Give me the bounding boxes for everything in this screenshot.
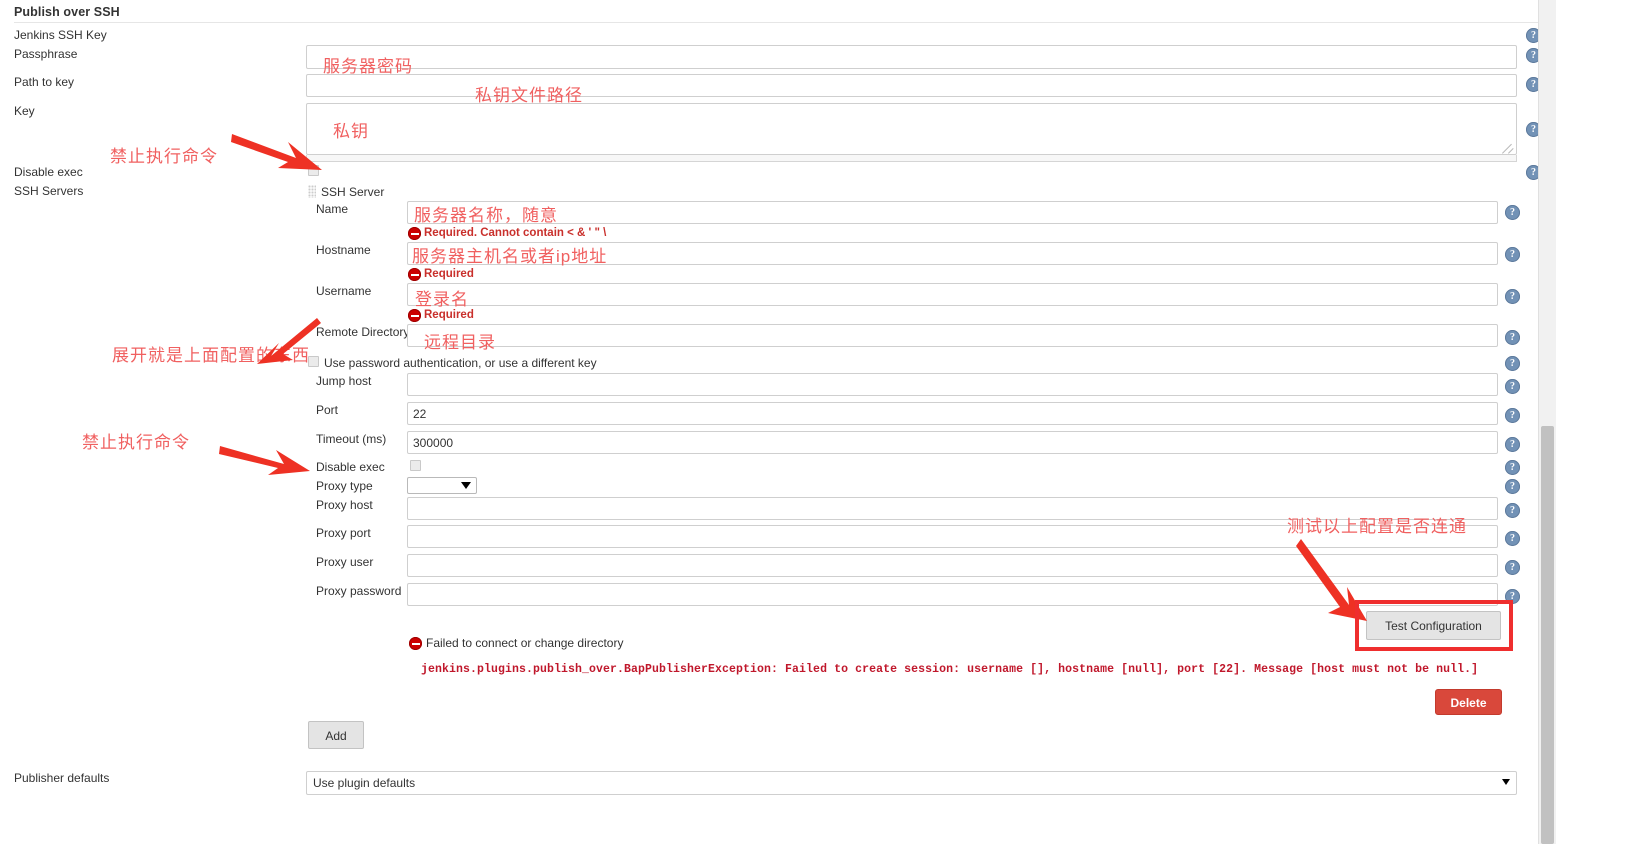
label-proxy-port: Proxy port xyxy=(316,526,371,540)
error-hostname: Required xyxy=(424,268,474,280)
label-hostname: Hostname xyxy=(316,243,371,257)
error-icon-hostname xyxy=(408,268,421,281)
label-port: Port xyxy=(316,403,339,417)
help-icon-name[interactable]: ? xyxy=(1505,205,1520,220)
name-input[interactable] xyxy=(407,201,1498,224)
help-icon-port[interactable]: ? xyxy=(1505,408,1520,423)
publisher-defaults-select[interactable]: Use plugin defaults xyxy=(306,771,1517,795)
label-disable-exec-global: Disable exec xyxy=(14,165,83,179)
path-to-key-input[interactable] xyxy=(306,74,1517,97)
error-name: Required. Cannot contain < & ' " \ xyxy=(424,227,607,239)
annotation-disable-exec-top: 禁止执行命令 xyxy=(110,147,218,166)
label-proxy-type: Proxy type xyxy=(316,479,373,493)
error-icon-username xyxy=(408,309,421,322)
label-proxy-password: Proxy password xyxy=(316,584,402,598)
label-ssh-servers: SSH Servers xyxy=(14,184,84,198)
help-icon-proxy-password[interactable]: ? xyxy=(1505,589,1520,604)
label-key: Key xyxy=(14,104,35,118)
port-input[interactable] xyxy=(407,402,1498,425)
label-passphrase: Passphrase xyxy=(14,47,78,61)
username-input[interactable] xyxy=(407,283,1498,306)
proxy-port-input[interactable] xyxy=(407,525,1498,548)
label-publisher-defaults: Publisher defaults xyxy=(14,771,110,785)
disable-exec-server-checkbox[interactable] xyxy=(410,460,421,471)
label-use-password-auth: Use password authentication, or use a di… xyxy=(324,356,597,370)
label-remote-directory: Remote Directory xyxy=(316,325,410,339)
timeout-input[interactable] xyxy=(407,431,1498,454)
error-username: Required xyxy=(424,309,474,321)
jump-host-input[interactable] xyxy=(407,373,1498,396)
proxy-password-input[interactable] xyxy=(407,583,1498,606)
help-icon-remote-directory[interactable]: ? xyxy=(1505,330,1520,345)
label-jump-host: Jump host xyxy=(316,374,372,388)
help-icon-proxy-host[interactable]: ? xyxy=(1505,503,1520,518)
annotation-disable-exec-server: 禁止执行命令 xyxy=(82,433,190,452)
label-proxy-host: Proxy host xyxy=(316,498,373,512)
label-path-to-key: Path to key xyxy=(14,75,75,89)
help-icon-proxy-user[interactable]: ? xyxy=(1505,560,1520,575)
help-icon-hostname[interactable]: ? xyxy=(1505,247,1520,262)
help-icon-use-password-auth[interactable]: ? xyxy=(1505,356,1520,371)
help-icon-disable-exec-server[interactable]: ? xyxy=(1505,460,1520,475)
help-icon-proxy-port[interactable]: ? xyxy=(1505,531,1520,546)
help-icon-timeout[interactable]: ? xyxy=(1505,437,1520,452)
key-textarea[interactable] xyxy=(306,103,1517,155)
add-button[interactable]: Add xyxy=(308,721,364,749)
test-result-message: Failed to connect or change directory xyxy=(426,636,624,650)
label-disable-exec-server: Disable exec xyxy=(316,460,385,474)
arrow-to-disable-exec-server xyxy=(219,446,310,475)
delete-button[interactable]: Delete xyxy=(1435,689,1502,715)
help-icon-jump-host[interactable]: ? xyxy=(1505,379,1520,394)
test-configuration-button[interactable]: Test Configuration xyxy=(1366,611,1501,640)
vertical-scrollbar-thumb[interactable] xyxy=(1541,426,1554,844)
passphrase-input[interactable] xyxy=(306,45,1517,69)
label-name: Name xyxy=(316,202,349,216)
help-icon-username[interactable]: ? xyxy=(1505,289,1520,304)
label-username: Username xyxy=(316,284,372,298)
proxy-host-input[interactable] xyxy=(407,497,1498,520)
test-exception-text: jenkins.plugins.publish_over.BapPublishe… xyxy=(421,663,1479,676)
vertical-scrollbar-track[interactable] xyxy=(1538,0,1556,844)
ssh-server-block-header: SSH Server xyxy=(321,185,385,199)
error-icon-test-result xyxy=(409,637,422,650)
title-divider xyxy=(14,22,1548,23)
hostname-input[interactable] xyxy=(407,242,1498,265)
publish-over-ssh-page: Publish over SSH Jenkins SSH Key ? Passp… xyxy=(0,0,1556,844)
textarea-drag-bar[interactable] xyxy=(306,155,1517,162)
label-proxy-user: Proxy user xyxy=(316,555,374,569)
disable-exec-global-checkbox[interactable] xyxy=(308,165,319,176)
use-password-auth-checkbox[interactable] xyxy=(308,356,319,367)
error-icon-name xyxy=(408,227,421,240)
label-jenkins-ssh-key: Jenkins SSH Key xyxy=(14,28,107,42)
page-title: Publish over SSH xyxy=(14,5,120,19)
help-icon-proxy-type[interactable]: ? xyxy=(1505,479,1520,494)
annotation-expand-hint: 展开就是上面配置的东西 xyxy=(112,346,310,365)
proxy-type-select[interactable] xyxy=(407,477,477,494)
proxy-user-input[interactable] xyxy=(407,554,1498,577)
drag-handle-icon[interactable] xyxy=(308,185,316,198)
label-timeout: Timeout (ms) xyxy=(316,432,387,446)
remote-directory-input[interactable] xyxy=(407,324,1498,347)
